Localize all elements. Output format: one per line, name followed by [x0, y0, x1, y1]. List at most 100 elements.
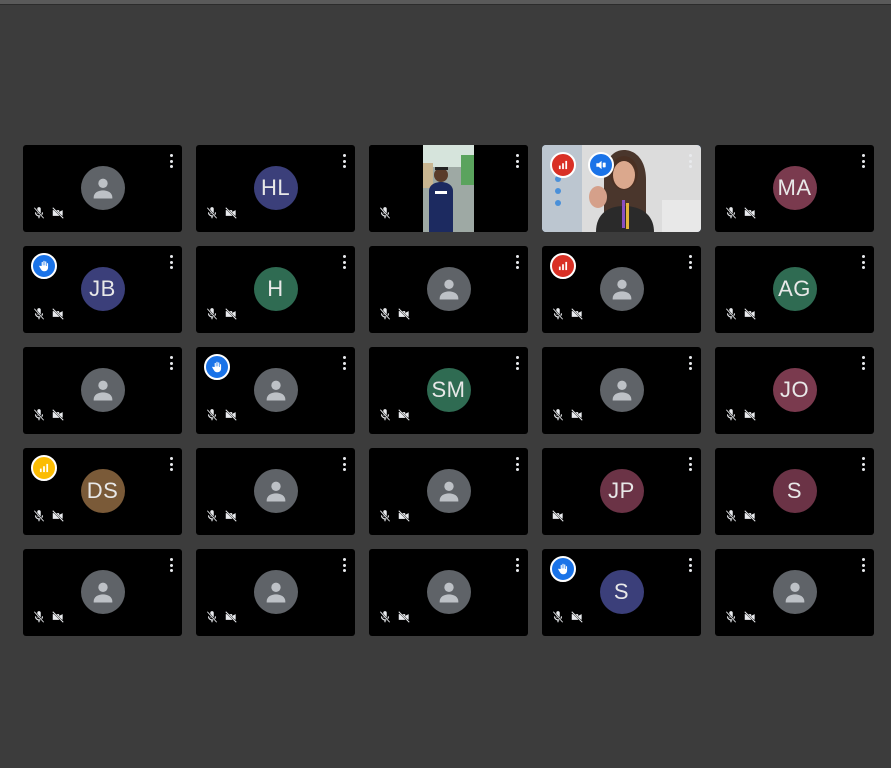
- participant-tile[interactable]: [542, 145, 701, 232]
- more-options-icon[interactable]: [862, 558, 866, 572]
- status-icons: [551, 509, 565, 528]
- participant-tile[interactable]: H: [196, 246, 355, 333]
- more-options-icon[interactable]: [862, 457, 866, 471]
- participant-tile[interactable]: [369, 549, 528, 636]
- more-options-icon[interactable]: [343, 457, 347, 471]
- camera-off-icon: [397, 408, 411, 427]
- participant-tile[interactable]: DS: [23, 448, 182, 535]
- participant-tile[interactable]: [715, 549, 874, 636]
- more-options-icon[interactable]: [516, 154, 520, 168]
- camera-off-icon: [51, 307, 65, 326]
- status-icons: [724, 610, 757, 629]
- participant-tile[interactable]: [196, 549, 355, 636]
- avatar: JB: [80, 267, 125, 311]
- camera-off-icon: [570, 408, 584, 427]
- avatar-initials: JO: [779, 377, 810, 402]
- more-options-icon[interactable]: [689, 255, 693, 269]
- more-options-icon[interactable]: [862, 356, 866, 370]
- more-options-icon[interactable]: [516, 457, 520, 471]
- more-options-icon[interactable]: [170, 558, 174, 572]
- person-icon: [608, 275, 636, 303]
- avatar: [599, 267, 644, 311]
- participant-tile[interactable]: [542, 246, 701, 333]
- status-icons: [32, 307, 65, 326]
- participant-tile[interactable]: [369, 246, 528, 333]
- camera-off-icon: [570, 610, 584, 629]
- status-icons: [32, 206, 65, 225]
- more-options-icon[interactable]: [343, 154, 347, 168]
- more-options-icon[interactable]: [343, 356, 347, 370]
- more-options-icon[interactable]: [343, 558, 347, 572]
- person-icon: [608, 376, 636, 404]
- status-icons: [724, 307, 757, 326]
- avatar-initials: AG: [778, 276, 811, 301]
- more-options-icon[interactable]: [516, 356, 520, 370]
- avatar-initials: DS: [86, 478, 119, 503]
- mic-off-icon: [205, 610, 219, 629]
- status-icons: [724, 408, 757, 427]
- participant-tile[interactable]: [23, 549, 182, 636]
- camera-off-icon: [743, 206, 757, 225]
- participant-tile[interactable]: MA: [715, 145, 874, 232]
- avatar: [772, 570, 817, 614]
- more-options-icon[interactable]: [689, 558, 693, 572]
- more-options-icon[interactable]: [689, 356, 693, 370]
- avatar: [426, 570, 471, 614]
- more-options-icon[interactable]: [689, 154, 693, 168]
- participant-tile[interactable]: [542, 347, 701, 434]
- status-icons: [724, 206, 757, 225]
- avatar: [80, 368, 125, 412]
- status-icons: [378, 509, 411, 528]
- person-icon: [262, 376, 290, 404]
- participant-tile[interactable]: SM: [369, 347, 528, 434]
- participant-tile[interactable]: JB: [23, 246, 182, 333]
- avatar-initials: S: [786, 478, 803, 503]
- avatar: MA: [772, 166, 817, 210]
- participant-tile[interactable]: [369, 448, 528, 535]
- more-options-icon[interactable]: [516, 558, 520, 572]
- more-options-icon[interactable]: [516, 255, 520, 269]
- participant-tile[interactable]: [369, 145, 528, 232]
- participant-tile[interactable]: JP: [542, 448, 701, 535]
- avatar-initials: SM: [431, 377, 466, 402]
- more-options-icon[interactable]: [343, 255, 347, 269]
- more-options-icon[interactable]: [170, 154, 174, 168]
- participant-tile[interactable]: [196, 347, 355, 434]
- participant-tile[interactable]: S: [542, 549, 701, 636]
- camera-off-icon: [224, 206, 238, 225]
- audio-level-icon: [550, 253, 576, 279]
- mic-off-icon: [724, 509, 738, 528]
- participant-tile[interactable]: AG: [715, 246, 874, 333]
- participant-tile[interactable]: [23, 145, 182, 232]
- mic-off-icon: [378, 206, 392, 225]
- avatar-initials: JP: [608, 478, 635, 503]
- mic-off-icon: [551, 610, 565, 629]
- camera-off-icon: [743, 408, 757, 427]
- more-options-icon[interactable]: [170, 356, 174, 370]
- camera-off-icon: [224, 509, 238, 528]
- more-options-icon[interactable]: [862, 154, 866, 168]
- person-icon: [435, 578, 463, 606]
- mic-off-icon: [32, 408, 46, 427]
- status-icons: [205, 307, 238, 326]
- more-options-icon[interactable]: [170, 255, 174, 269]
- participant-tile[interactable]: JO: [715, 347, 874, 434]
- participant-tile[interactable]: [196, 448, 355, 535]
- status-icons: [724, 509, 757, 528]
- avatar-initials: JB: [89, 276, 116, 301]
- status-icons: [378, 408, 411, 427]
- mic-off-icon: [205, 408, 219, 427]
- person-icon: [262, 477, 290, 505]
- mic-off-icon: [724, 307, 738, 326]
- participant-tile[interactable]: S: [715, 448, 874, 535]
- more-options-icon[interactable]: [170, 457, 174, 471]
- participant-tile[interactable]: HL: [196, 145, 355, 232]
- camera-off-icon: [51, 408, 65, 427]
- more-options-icon[interactable]: [689, 457, 693, 471]
- more-options-icon[interactable]: [862, 255, 866, 269]
- mic-off-icon: [378, 307, 392, 326]
- avatar: DS: [80, 469, 125, 513]
- camera-off-icon: [570, 307, 584, 326]
- participant-tile[interactable]: [23, 347, 182, 434]
- avatar: [80, 166, 125, 210]
